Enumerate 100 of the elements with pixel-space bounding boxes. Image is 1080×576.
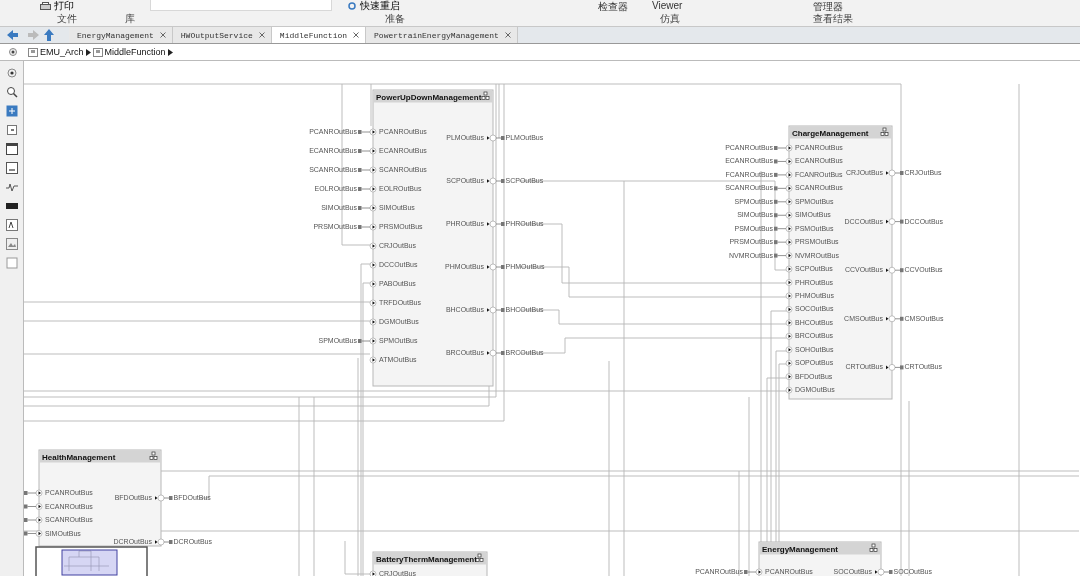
inport-icon[interactable] [785, 171, 793, 179]
bus-port-icon[interactable] [883, 570, 893, 574]
chip-icon[interactable] [5, 200, 18, 212]
outport-icon[interactable] [886, 169, 896, 177]
bus-port-icon[interactable] [24, 531, 37, 536]
inport-icon[interactable] [785, 252, 793, 259]
bus-port-icon[interactable] [894, 365, 904, 370]
close-icon[interactable] [353, 32, 360, 38]
outport-icon[interactable] [487, 263, 497, 271]
inport-icon[interactable] [785, 198, 793, 206]
inport-icon[interactable] [755, 568, 763, 576]
inspector-label[interactable]: 检查器 [598, 0, 628, 14]
bus-port-icon[interactable] [744, 570, 757, 574]
outport-icon[interactable] [487, 349, 497, 357]
viewer-label[interactable]: Viewer [652, 0, 683, 11]
bus-port-icon[interactable] [495, 222, 505, 226]
close-icon[interactable] [159, 32, 166, 38]
inport-icon[interactable] [369, 128, 377, 136]
minimap-drawing[interactable] [35, 546, 148, 576]
bus-port-icon[interactable] [358, 130, 371, 134]
bus-port-icon[interactable] [774, 146, 787, 150]
text-box-icon[interactable] [5, 219, 18, 231]
bus-port-icon[interactable] [24, 504, 37, 509]
outport-icon[interactable] [875, 568, 885, 576]
bus-port-icon[interactable] [894, 171, 904, 175]
close-icon[interactable] [258, 32, 265, 38]
ribbon-field[interactable] [150, 0, 332, 11]
bus-port-icon[interactable] [24, 518, 37, 522]
outport-icon[interactable] [487, 306, 497, 314]
bus-port-icon[interactable] [894, 268, 904, 273]
inport-icon[interactable] [785, 319, 793, 327]
bus-port-icon[interactable] [24, 491, 37, 495]
inport-icon[interactable] [35, 516, 43, 524]
inport-icon[interactable] [369, 356, 377, 364]
bus-port-icon[interactable] [774, 172, 787, 177]
hide-icon[interactable] [5, 67, 18, 79]
outport-icon[interactable] [155, 538, 165, 546]
quick-restart-button[interactable]: 快速重启 [345, 0, 402, 12]
breadcrumb-link[interactable]: EMU_Arch [40, 47, 84, 57]
bus-port-icon[interactable] [358, 168, 371, 172]
inport-icon[interactable] [35, 489, 43, 497]
outport-icon[interactable] [155, 494, 165, 502]
inport-icon[interactable] [369, 337, 377, 345]
editor-tab[interactable]: EnergyManagement [69, 27, 173, 43]
bus-port-icon[interactable] [358, 149, 371, 153]
inport-icon[interactable] [785, 144, 793, 152]
inport-icon[interactable] [785, 359, 793, 367]
box-icon[interactable] [5, 124, 18, 136]
bus-port-icon[interactable] [894, 219, 904, 224]
outport-icon[interactable] [886, 364, 896, 371]
bus-port-icon[interactable] [495, 136, 505, 140]
subsystem-block[interactable] [758, 541, 882, 576]
bus-port-icon[interactable] [495, 308, 505, 312]
editor-tab[interactable]: PowertrainEnergyManagement [366, 27, 518, 43]
bus-port-icon[interactable] [163, 496, 173, 500]
inport-icon[interactable] [369, 147, 377, 155]
bus-port-icon[interactable] [774, 159, 787, 164]
outport-icon[interactable] [886, 315, 896, 323]
inport-icon[interactable] [785, 265, 793, 273]
bus-port-icon[interactable] [163, 540, 173, 544]
outport-icon[interactable] [886, 218, 896, 225]
outport-icon[interactable] [886, 266, 896, 274]
inport-icon[interactable] [785, 306, 793, 313]
waveform-icon[interactable] [5, 181, 18, 193]
outport-icon[interactable] [487, 220, 497, 228]
triangle-right-icon[interactable] [85, 48, 91, 56]
inport-icon[interactable] [369, 570, 377, 576]
inport-icon[interactable] [369, 166, 377, 174]
bus-port-icon[interactable] [358, 206, 371, 210]
inport-icon[interactable] [785, 333, 793, 340]
bus-port-icon[interactable] [894, 316, 904, 321]
print-button[interactable]: 打印 [38, 0, 76, 12]
bus-port-icon[interactable] [774, 213, 787, 218]
bus-port-icon[interactable] [495, 351, 505, 355]
inport-icon[interactable] [785, 238, 793, 246]
image-icon[interactable] [5, 238, 18, 250]
inport-icon[interactable] [369, 185, 377, 193]
inport-icon[interactable] [785, 386, 793, 394]
outport-icon[interactable] [487, 177, 497, 185]
inport-icon[interactable] [785, 292, 793, 300]
bus-port-icon[interactable] [495, 265, 505, 269]
bus-port-icon[interactable] [774, 240, 787, 245]
inport-icon[interactable] [369, 204, 377, 212]
bus-port-icon[interactable] [774, 226, 787, 231]
inport-icon[interactable] [369, 299, 377, 307]
inport-icon[interactable] [785, 211, 793, 219]
bus-port-icon[interactable] [774, 253, 787, 258]
zoom-icon[interactable] [5, 86, 18, 98]
manager-label[interactable]: 管理器 [813, 0, 843, 14]
inport-icon[interactable] [785, 225, 793, 232]
bus-port-icon[interactable] [495, 179, 505, 183]
inport-icon[interactable] [369, 242, 377, 250]
editor-tab[interactable]: HWOutputService [172, 27, 272, 43]
inport-icon[interactable] [785, 185, 793, 192]
inport-icon[interactable] [369, 223, 377, 231]
bus-port-icon[interactable] [774, 186, 787, 191]
navigation-arrows-icon[interactable] [5, 28, 55, 42]
inport-icon[interactable] [785, 373, 793, 380]
bus-port-icon[interactable] [358, 225, 371, 229]
bus-port-icon[interactable] [774, 199, 787, 204]
